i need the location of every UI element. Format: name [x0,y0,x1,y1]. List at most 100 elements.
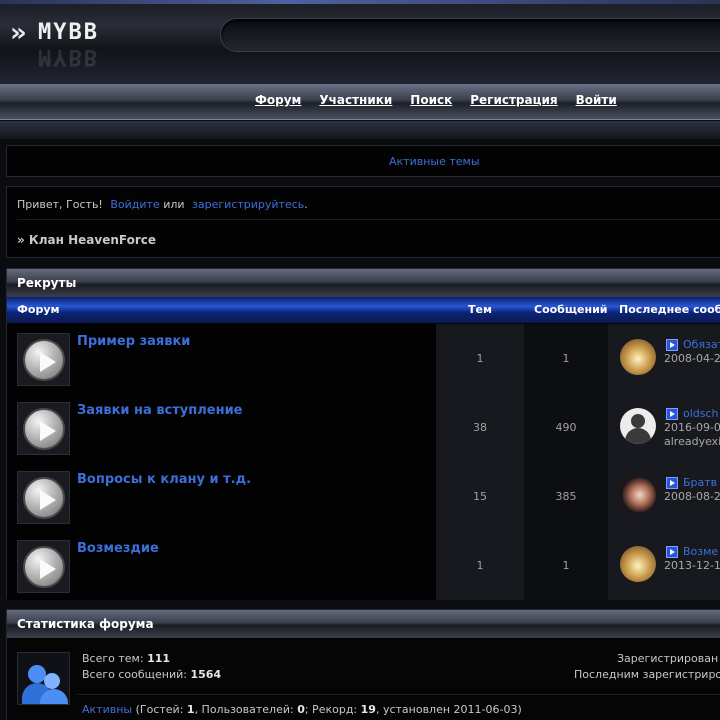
users-value: 0 [297,703,305,716]
main-menu: Форум Участники Поиск Регистрация Войти [255,93,617,107]
avatar[interactable] [620,546,656,582]
forum-row: Пример заявки 1 1 Обязат 2008-04-2 [7,324,720,393]
stats-panel: Статистика форума Всего тем: 111 Всего с… [6,609,720,720]
active-topics-link[interactable]: Активные темы [389,155,480,168]
column-posts: Сообщений [534,303,608,316]
forum-cell: Вопросы к клану и т.д. [7,462,436,531]
stats-title: Статистика форума [17,617,154,631]
login-link[interactable]: Войдите [110,198,159,211]
posts-cell: 490 [524,393,608,462]
posts-count: 1 [562,352,570,365]
register-link[interactable]: зарегистрируйтесь [192,198,304,211]
forum-cell: Заявки на вступление [7,393,436,462]
online-line: Активны (Гостей: 1, Пользователей: 0; Ре… [82,703,522,716]
last-post-link[interactable]: Братв [683,476,717,489]
header-search-bar[interactable] [220,18,720,52]
threads-count: 1 [476,352,484,365]
welcome-panel: Привет, Гость! Войдите или зарегистрируй… [6,186,720,258]
default-avatar-icon[interactable] [620,408,656,444]
last-post-cell: Возме 2013-12-1 [608,531,720,600]
posts-count: 490 [555,421,577,434]
header-top-line [0,0,720,4]
threads-count: 1 [476,559,484,572]
stats-header[interactable]: Статистика форума [7,610,720,638]
threads-cell: 1 [436,324,524,393]
category-title: Рекруты [17,276,77,290]
record-label: ; Рекорд: [304,703,358,716]
go-to-post-icon[interactable] [666,339,678,351]
threads-cell: 1 [436,531,524,600]
go-to-post-icon[interactable] [666,546,678,558]
forum-table: Рекруты Форум Тем Сообщений Последнее со… [6,268,720,600]
menu-register-link[interactable]: Регистрация [470,93,557,107]
total-topics-label: Всего тем: [82,652,144,665]
posts-cell: 385 [524,462,608,531]
last-registered-label: Последним зарегистриро [574,668,720,681]
divider [77,694,720,695]
menu-forum-link[interactable]: Форум [255,93,301,107]
threads-cell: 38 [436,393,524,462]
last-post-link[interactable]: Возме [683,545,718,558]
users-stats-icon [17,652,70,705]
total-topics-value: 111 [147,652,171,665]
column-threads: Тем [468,303,492,316]
logo-reflection: MYBB [38,44,99,69]
forum-title-link[interactable]: Вопросы к клану и т.д. [77,472,251,487]
registered-label: Зарегистрирован [617,652,719,665]
forum-cell: Пример заявки [7,324,436,393]
category-header[interactable]: Рекруты [7,269,720,297]
menu-search-link[interactable]: Поиск [410,93,452,107]
go-to-post-icon[interactable] [666,408,678,420]
total-topics-line: Всего тем: 111 [82,652,170,665]
last-post-link[interactable]: Обязат [683,338,720,351]
last-post-cell: Братв 2008-08-2 [608,462,720,531]
forum-play-icon [17,540,70,593]
forum-title-link[interactable]: Возмездие [77,541,159,556]
forum-row: Возмездие 1 1 Возме 2013-12-1 [7,531,720,600]
forum-row: Вопросы к клану и т.д. 15 385 Братв 2008… [7,462,720,531]
forum-row: Заявки на вступление 38 490 oldsch 2016-… [7,393,720,462]
forum-title-link[interactable]: Заявки на вступление [77,403,243,418]
or-text: или [163,198,185,211]
posts-cell: 1 [524,324,608,393]
mybb-logo[interactable]: » MYBB MYBB [10,18,170,69]
header-strip [0,121,720,139]
record-date: , установлен 2011-06-03) [375,703,522,716]
posts-count: 1 [562,559,570,572]
avatar[interactable] [620,339,656,375]
last-post-date: 2016-09-0 [664,421,720,434]
forum-cell: Возмездие [7,531,436,600]
posts-count: 385 [555,490,577,503]
total-posts-value: 1564 [190,668,222,681]
last-post-user[interactable]: alreadyexi [664,435,720,448]
last-post-link[interactable]: oldsch [683,407,719,420]
logo-chevron-icon: » [10,18,27,48]
forum-play-icon [17,402,70,455]
last-post-cell: Обязат 2008-04-2 [608,324,720,393]
last-post-date: 2008-04-2 [664,352,720,365]
record-value: 19 [360,703,376,716]
forum-play-icon [17,471,70,524]
menu-bar: Форум Участники Поиск Регистрация Войти [0,84,720,120]
header: » MYBB MYBB [0,0,720,84]
forum-title-link[interactable]: Пример заявки [77,334,190,349]
active-users-link[interactable]: Активны [82,703,132,716]
guests-label: (Гостей: [135,703,184,716]
go-to-post-icon[interactable] [666,477,678,489]
avatar[interactable] [620,477,656,513]
total-posts-label: Всего сообщений: [82,668,187,681]
threads-cell: 15 [436,462,524,531]
divider [17,219,720,220]
threads-count: 38 [473,421,487,434]
last-post-cell: oldsch 2016-09-0 alreadyexi [608,393,720,462]
menu-members-link[interactable]: Участники [319,93,392,107]
greeting-text: Привет, Гость! [17,198,103,211]
menu-login-link[interactable]: Войти [576,93,617,107]
users-label: , Пользователей: [194,703,294,716]
posts-cell: 1 [524,531,608,600]
column-headers: Форум Тем Сообщений Последнее сооб [7,297,720,323]
last-post-date: 2008-08-2 [664,490,720,503]
forum-play-icon [17,333,70,386]
breadcrumb[interactable]: » Клан HeavenForce [17,233,156,247]
total-posts-line: Всего сообщений: 1564 [82,668,221,681]
